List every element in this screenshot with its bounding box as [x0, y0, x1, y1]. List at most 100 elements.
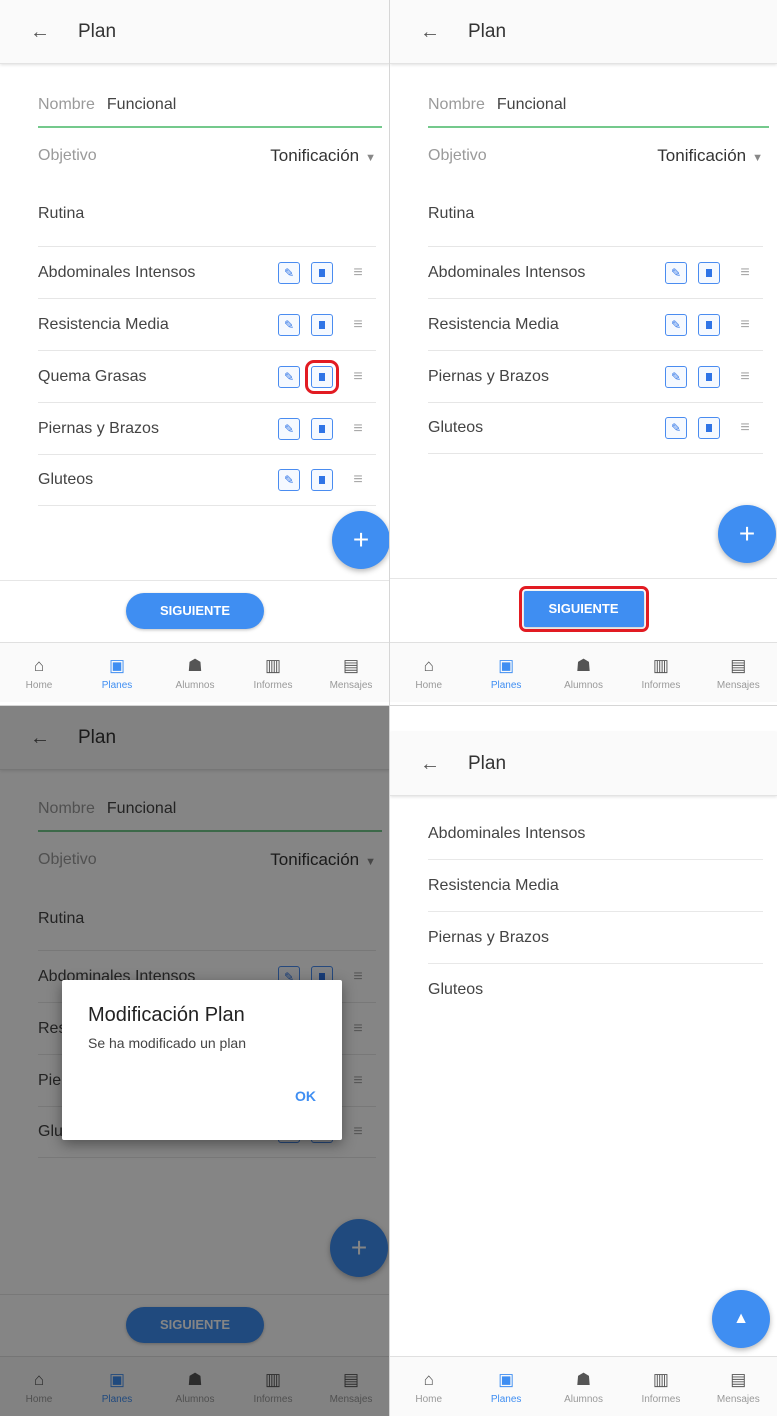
delete-button[interactable] [698, 417, 720, 439]
drag-handle-icon[interactable]: ≡ [737, 264, 753, 281]
nombre-field[interactable]: Nombre Funcional [38, 84, 382, 128]
pencil-icon: ✎ [283, 421, 295, 436]
nav-planes[interactable]: ▣ Planes [467, 643, 544, 702]
drag-handle-icon[interactable]: ≡ [350, 264, 366, 281]
pencil-icon: ✎ [283, 473, 295, 487]
modification-dialog: Modificación Plan Se ha modificado un pl… [62, 980, 342, 1140]
nombre-value: Funcional [496, 96, 567, 113]
scroll-up-button[interactable]: ▲ [712, 1290, 770, 1348]
drag-handle-icon[interactable]: ≡ [737, 420, 753, 436]
edit-button[interactable]: ✎ [665, 313, 687, 336]
arrow-left-icon[interactable]: ← [420, 754, 440, 774]
people-icon: ☗ [575, 1369, 592, 1389]
chat-icon: ▤ [342, 655, 360, 675]
nav-label: Mensajes [716, 679, 760, 691]
objetivo-select[interactable]: Objetivo Tonificación ▼ [38, 134, 376, 178]
edit-button[interactable]: ✎ [278, 417, 300, 440]
drag-handle-icon[interactable]: ≡ [350, 316, 366, 333]
nav-label: Planes [101, 679, 133, 691]
nav-home[interactable]: ⌂ Home [0, 643, 78, 702]
home-icon: ⌂ [423, 655, 434, 675]
people-icon: ☗ [575, 655, 592, 675]
chat-icon: ▤ [730, 1369, 747, 1389]
drag-handle-icon[interactable]: ≡ [350, 368, 366, 385]
delete-button[interactable] [698, 365, 720, 388]
list-item: Abdominales Intensos ✎ ≡ [38, 246, 376, 298]
list-item: Abdominales Intensos ✎ ≡ [428, 246, 763, 298]
delete-button[interactable] [311, 261, 333, 284]
routine-list: Abdominales Intensos Resistencia Media P… [428, 808, 763, 1016]
routine-label: Abdominales Intensos [428, 263, 586, 281]
list-item[interactable]: Gluteos [428, 964, 763, 1016]
nombre-field[interactable]: Nombre Funcional [428, 84, 769, 128]
edit-button[interactable]: ✎ [665, 261, 687, 284]
nav-planes[interactable]: ▣ Planes [78, 643, 156, 702]
home-icon: ⌂ [33, 655, 45, 675]
routine-list: Abdominales Intensos ✎ ≡ Resistencia Media… [38, 246, 376, 506]
add-button[interactable]: + [718, 505, 776, 563]
screen-plan-view: ← Plan Abdominales Intensos Resistencia … [390, 706, 777, 1416]
delete-button[interactable] [311, 469, 333, 491]
list-item[interactable]: Resistencia Media [428, 860, 763, 912]
list-item: Quema Grasas ✎ ≡ [38, 350, 376, 402]
arrow-left-icon[interactable]: ← [30, 22, 50, 42]
nav-informes[interactable]: ▥ Informes [234, 643, 312, 702]
drag-handle-icon[interactable]: ≡ [350, 420, 366, 437]
nav-mensajes[interactable]: ▤ Mensajes [700, 643, 777, 702]
trash-icon [319, 424, 325, 433]
delete-button-highlighted[interactable] [305, 359, 339, 394]
list-item: Piernas y Brazos ✎ ≡ [428, 350, 763, 402]
edit-button[interactable]: ✎ [278, 313, 300, 336]
nav-label: Mensajes [329, 679, 373, 691]
nav-mensajes[interactable]: ▤ Mensajes [700, 1357, 777, 1416]
nav-label: Home [415, 1393, 443, 1405]
chevron-up-icon: ▲ [733, 1310, 749, 1327]
delete-button[interactable] [698, 261, 720, 284]
page-title: Plan [78, 20, 117, 42]
list-item: Resistencia Media ✎ ≡ [428, 298, 763, 350]
delete-button[interactable] [311, 417, 333, 440]
nav-alumnos[interactable]: ☗ Alumnos [545, 1357, 622, 1416]
delete-button[interactable] [311, 313, 333, 336]
clipboard-icon: ▣ [108, 655, 126, 675]
pencil-icon: ✎ [283, 369, 295, 384]
nav-label: Informes [641, 679, 681, 691]
edit-button[interactable]: ✎ [278, 365, 300, 388]
nav-mensajes[interactable]: ▤ Mensajes [312, 643, 390, 702]
list-item[interactable]: Abdominales Intensos [428, 808, 763, 860]
ok-button[interactable]: OK [295, 1088, 316, 1104]
nav-planes[interactable]: ▣ Planes [467, 1357, 544, 1416]
nav-label: Alumnos [175, 679, 215, 691]
arrow-left-icon[interactable]: ← [420, 22, 440, 42]
bar-chart-icon: ▥ [264, 655, 282, 675]
delete-button[interactable] [698, 313, 720, 336]
nav-alumnos[interactable]: ☗ Alumnos [545, 643, 622, 702]
nav-informes[interactable]: ▥ Informes [622, 1357, 699, 1416]
edit-button[interactable]: ✎ [278, 261, 300, 284]
pencil-icon: ✎ [670, 369, 682, 384]
nav-label: Planes [490, 679, 522, 691]
app-bar: ← Plan [390, 0, 777, 64]
list-item[interactable]: Piernas y Brazos [428, 912, 763, 964]
drag-handle-icon[interactable]: ≡ [737, 368, 753, 385]
trash-icon [706, 372, 712, 381]
siguiente-button[interactable]: SIGUIENTE [126, 592, 264, 629]
routine-label: Abdominales Intensos [38, 263, 196, 281]
nav-home[interactable]: ⌂ Home [390, 643, 467, 702]
edit-button[interactable]: ✎ [665, 417, 687, 439]
drag-handle-icon[interactable]: ≡ [737, 316, 753, 333]
bottom-nav: ⌂ Home ▣ Planes ☗ Alumnos ▥ Informes ▤ Mensaj… [390, 642, 777, 702]
edit-button[interactable]: ✎ [665, 365, 687, 388]
page-title: Plan [468, 752, 507, 774]
nav-label: Informes [253, 679, 293, 691]
dialog-message: Se ha modificado un plan [88, 1035, 246, 1051]
objetivo-select[interactable]: Objetivo Tonificación ▼ [428, 134, 763, 178]
siguiente-button-highlighted[interactable]: SIGUIENTE [518, 585, 649, 632]
edit-button[interactable]: ✎ [278, 469, 300, 491]
nav-home[interactable]: ⌂ Home [390, 1357, 467, 1416]
drag-handle-icon[interactable]: ≡ [350, 472, 366, 488]
nav-informes[interactable]: ▥ Informes [622, 643, 699, 702]
nav-alumnos[interactable]: ☗ Alumnos [156, 643, 234, 702]
add-button[interactable]: + [332, 511, 390, 569]
trash-icon [706, 424, 712, 432]
